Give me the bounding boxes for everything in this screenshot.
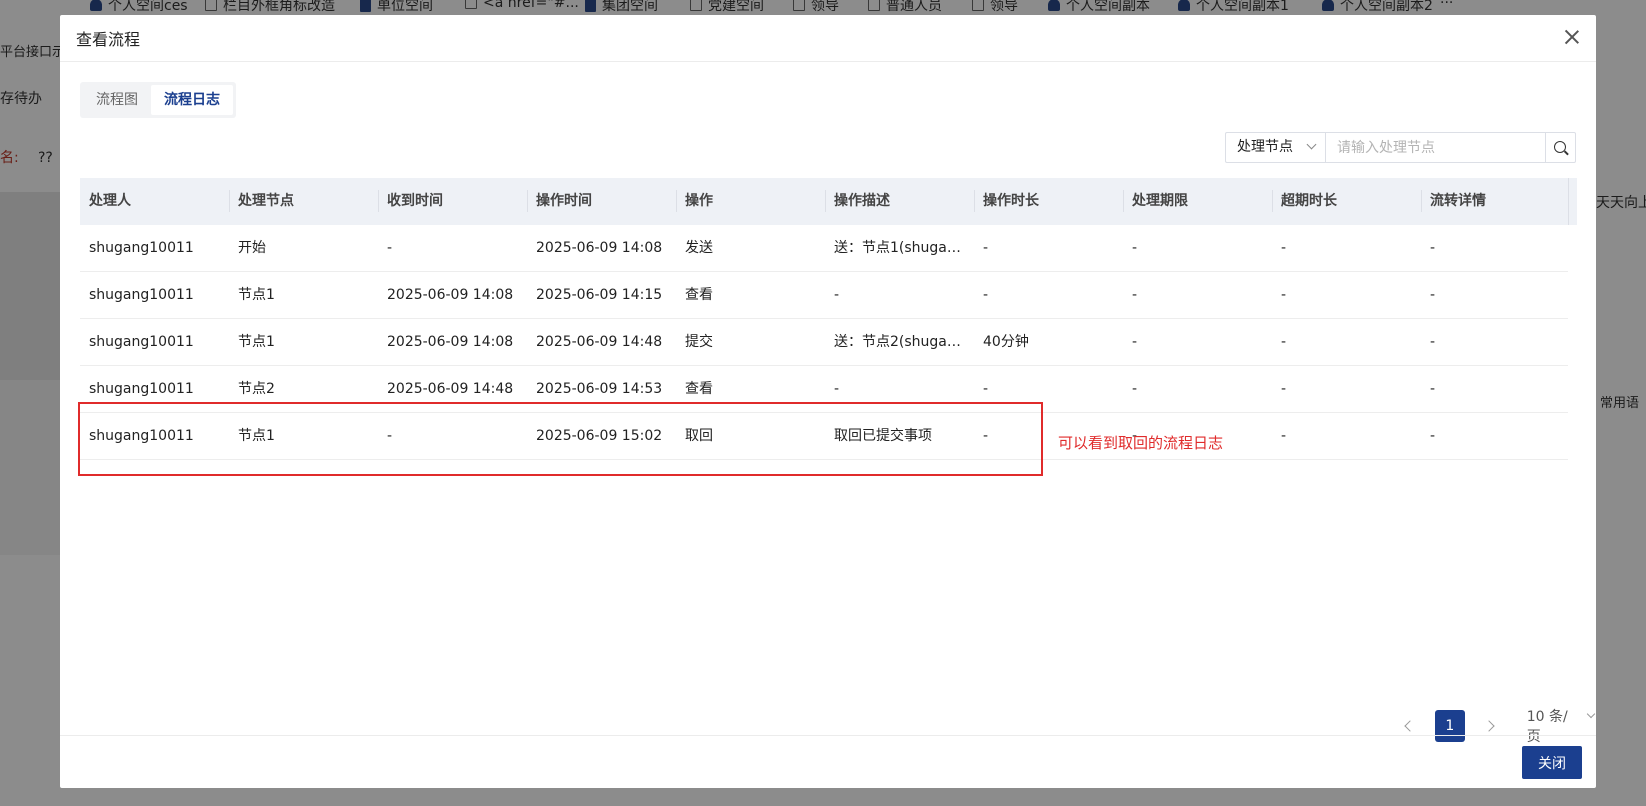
column-header[interactable]: 处理节点 <box>229 178 378 225</box>
table-cell: - <box>1281 240 1287 256</box>
chevron-down-icon <box>1586 709 1596 719</box>
table-cell: - <box>983 240 989 256</box>
column-header[interactable]: 操作 <box>676 178 825 225</box>
dialog-title: 查看流程 <box>76 30 141 49</box>
table-header: 处理人 处理节点 收到时间 操作时间 操作 操作描述 操作时长 处理期限 超期时… <box>80 178 1577 225</box>
table-cell: 送：节点2(shugang10011) <box>834 334 974 350</box>
table-cell: 提交 <box>685 334 713 350</box>
table-cell: - <box>1281 287 1287 303</box>
table-cell: 节点1 <box>238 287 275 303</box>
column-header[interactable]: 处理人 <box>80 178 229 225</box>
table-cell: 发送 <box>685 240 713 256</box>
table-row[interactable]: shugang10011 节点1 2025-06-09 14:08 2025-06-0… <box>80 272 1568 319</box>
chevron-down-icon <box>1306 139 1317 150</box>
tab-flowchart[interactable]: 流程图 <box>83 85 151 115</box>
table-cell: shugang10011 <box>89 287 194 303</box>
table-cell: 2025-06-09 14:15 <box>536 287 663 303</box>
table-cell: 2025-06-09 14:08 <box>536 240 663 256</box>
column-header[interactable]: 流转详情 <box>1421 178 1568 225</box>
column-header[interactable]: 操作时间 <box>527 178 676 225</box>
table-cell: - <box>1430 428 1436 444</box>
table-cell: - <box>387 240 393 256</box>
table-cell: - <box>1132 287 1138 303</box>
column-header[interactable]: 操作时长 <box>974 178 1123 225</box>
search-button[interactable] <box>1546 132 1576 163</box>
table-row[interactable]: shugang10011 节点1 2025-06-09 14:08 2025-06-0… <box>80 319 1568 366</box>
view-tabs: 流程图 流程日志 <box>80 82 236 118</box>
table-cell: shugang10011 <box>89 334 194 350</box>
table-cell: - <box>1281 381 1287 397</box>
table-cell: - <box>1132 334 1138 350</box>
table-cell: 开始 <box>238 240 266 256</box>
table-row[interactable]: shugang10011 开始 - 2025-06-09 14:08 发送 送：节点1(s… <box>80 225 1568 272</box>
table-cell: - <box>983 287 989 303</box>
column-header[interactable]: 收到时间 <box>378 178 527 225</box>
table-cell: 2025-06-09 14:08 <box>387 334 514 350</box>
close-icon[interactable] <box>1564 29 1580 45</box>
table-cell: - <box>1430 287 1436 303</box>
column-header[interactable]: 超期时长 <box>1272 178 1421 225</box>
close-button[interactable]: 关闭 <box>1522 746 1582 779</box>
table-cell: - <box>1430 240 1436 256</box>
table-cell: - <box>1132 381 1138 397</box>
column-header[interactable]: 处理期限 <box>1123 178 1272 225</box>
table-cell: - <box>834 287 840 303</box>
filter-field-value: 处理节点 <box>1237 139 1293 155</box>
table-cell: 2025-06-09 14:48 <box>536 334 663 350</box>
table-cell: 2025-06-09 14:08 <box>387 287 514 303</box>
node-search-input[interactable] <box>1325 132 1546 163</box>
tab-process-log[interactable]: 流程日志 <box>151 85 233 115</box>
table-cell: - <box>1430 334 1436 350</box>
table-cell: 查看 <box>685 287 713 303</box>
table-cell: - <box>1281 334 1287 350</box>
column-header[interactable]: 操作描述 <box>825 178 974 225</box>
dialog-header: 查看流程 <box>60 15 1596 62</box>
table-cell: 送：节点1(shugang10011) <box>834 240 974 256</box>
table-cell: - <box>1132 240 1138 256</box>
annotation-text: 可以看到取回的流程日志 <box>1058 434 1224 452</box>
table-cell: - <box>1430 381 1436 397</box>
dialog-footer: 关闭 <box>60 735 1596 788</box>
table-cell: - <box>1281 428 1287 444</box>
table-cell: 40分钟 <box>983 334 1029 350</box>
filter-field-select[interactable]: 处理节点 <box>1225 132 1325 163</box>
highlight-box <box>78 402 1043 476</box>
table-cell: 节点1 <box>238 334 275 350</box>
table-cell: shugang10011 <box>89 240 194 256</box>
